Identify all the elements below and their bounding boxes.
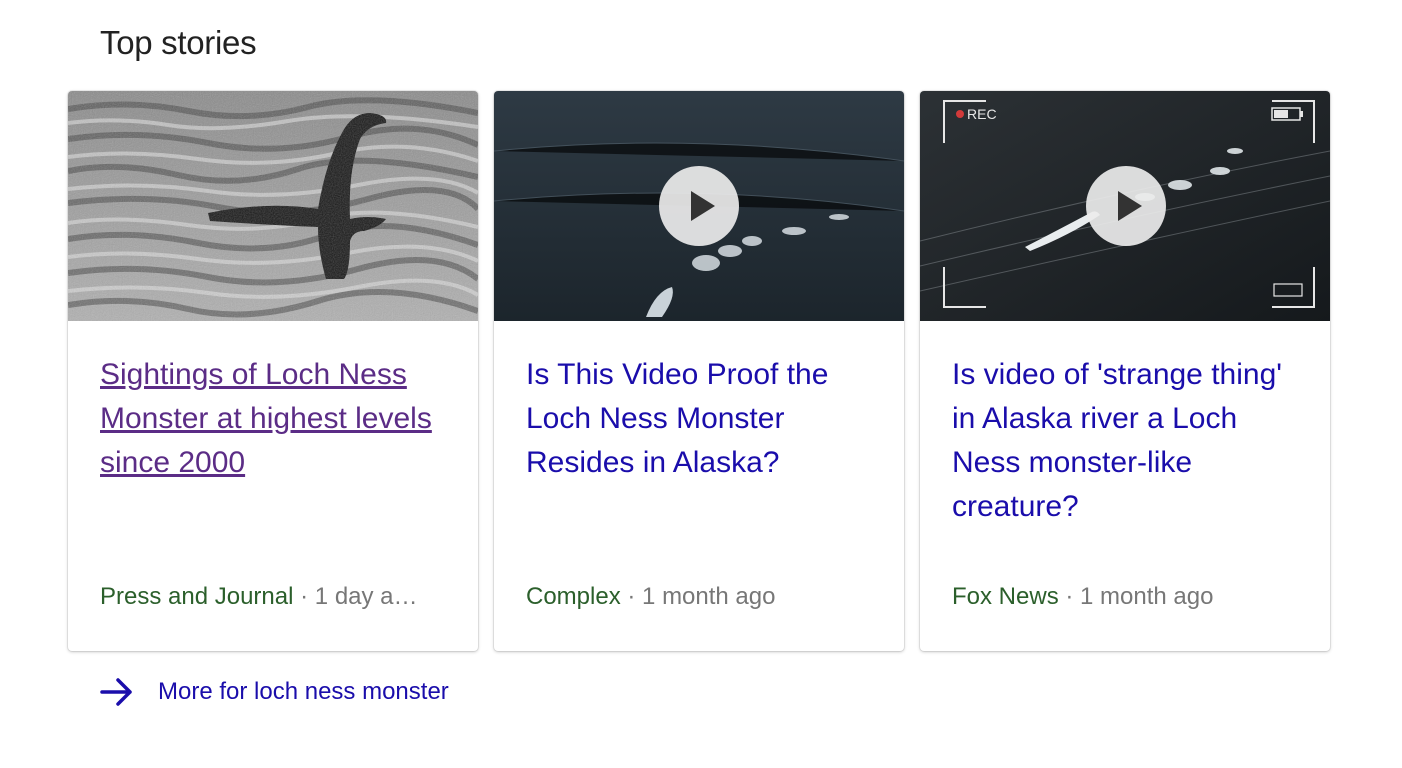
story-source: Press and Journal: [100, 583, 294, 610]
play-icon[interactable]: [1086, 166, 1166, 246]
story-time: 1 day a…: [314, 583, 418, 610]
story-card[interactable]: Sightings of Loch Ness Monster at highes…: [68, 91, 478, 651]
top-stories-carousel: Sightings of Loch Ness Monster at highes…: [68, 91, 1332, 651]
loch-ness-photo: [68, 91, 478, 321]
meta-separator: ·: [627, 583, 636, 610]
story-card[interactable]: REC Is video of 'strange thing' in Alask…: [920, 91, 1330, 651]
story-thumbnail[interactable]: REC: [920, 91, 1330, 321]
story-headline-link[interactable]: Is This Video Proof the Loch Ness Monste…: [526, 353, 882, 485]
story-headline-link[interactable]: Sightings of Loch Ness Monster at highes…: [100, 353, 456, 485]
story-thumbnail[interactable]: [68, 91, 478, 321]
more-stories-label: More for loch ness monster: [158, 678, 449, 705]
story-meta: Complex · 1 month ago: [526, 583, 876, 611]
meta-separator: ·: [300, 583, 309, 610]
arrow-right-icon: [100, 678, 132, 706]
story-time: 1 month ago: [642, 583, 776, 610]
story-meta: Fox News · 1 month ago: [952, 583, 1302, 611]
story-time: 1 month ago: [1080, 583, 1214, 610]
story-headline-link[interactable]: Is video of 'strange thing' in Alaska ri…: [952, 353, 1308, 529]
more-stories-link[interactable]: More for loch ness monster: [100, 674, 449, 710]
story-source: Complex: [526, 583, 621, 610]
story-thumbnail[interactable]: [494, 91, 904, 321]
rec-label: REC: [967, 106, 997, 122]
play-icon[interactable]: [659, 166, 739, 246]
section-title: Top stories: [100, 24, 257, 61]
story-card[interactable]: Is This Video Proof the Loch Ness Monste…: [494, 91, 904, 651]
meta-separator: ·: [1065, 583, 1074, 610]
story-meta: Press and Journal · 1 day a…: [100, 583, 450, 611]
story-source: Fox News: [952, 583, 1059, 610]
